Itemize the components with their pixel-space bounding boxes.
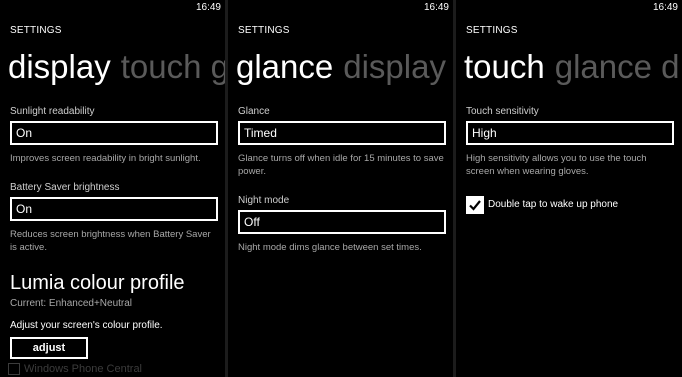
pivot-header: glance display (236, 48, 446, 86)
settings-header: SETTINGS (10, 25, 62, 36)
sunlight-readability-select[interactable]: On (10, 121, 218, 145)
double-tap-checkbox[interactable] (466, 196, 484, 214)
glance-select[interactable]: Timed (238, 121, 446, 145)
battery-saver-brightness-description: Reduces screen brightness when Battery S… (10, 229, 211, 253)
watermark-text: Windows Phone Central (24, 362, 143, 375)
adjust-button[interactable]: adjust (10, 337, 88, 359)
battery-saver-brightness-select[interactable]: On (10, 197, 218, 221)
pivot-item-display[interactable]: display (8, 48, 111, 85)
night-mode-label: Night mode (238, 195, 290, 206)
night-mode-select[interactable]: Off (238, 210, 446, 234)
pivot-header: display touch g (8, 48, 225, 86)
status-time: 16:49 (195, 2, 221, 13)
pivot-item-glance[interactable]: glance (236, 48, 333, 85)
touch-settings-panel: 16:49 SETTINGS touch glance d Touch sensi… (456, 0, 682, 377)
colour-profile-current: Current: Enhanced+Neutral (10, 298, 133, 309)
pivot-header: touch glance d (464, 48, 680, 86)
pivot-item-touch[interactable]: touch (464, 48, 545, 85)
windows-logo-icon (8, 363, 20, 375)
sunlight-readability-description: Improves screen readability in bright su… (10, 153, 201, 164)
double-tap-label: Double tap to wake up phone (488, 199, 619, 210)
settings-header: SETTINGS (466, 25, 518, 36)
sunlight-readability-label: Sunlight readability (10, 106, 95, 117)
watermark: Windows Phone Central (8, 363, 142, 375)
touch-sensitivity-description: High sensitivity allows you to use the t… (466, 153, 647, 177)
settings-header: SETTINGS (238, 25, 290, 36)
colour-profile-description: Adjust your screen's colour profile. (10, 320, 163, 331)
night-mode-description: Night mode dims glance between set times… (238, 242, 422, 253)
glance-settings-panel: 16:49 SETTINGS glance display Glance Time… (228, 0, 453, 377)
pivot-item-display[interactable]: display (343, 48, 446, 85)
checkmark-icon (469, 200, 481, 211)
status-time: 16:49 (652, 2, 678, 13)
pivot-item-touch[interactable]: touch g (121, 48, 225, 85)
status-time: 16:49 (423, 2, 449, 13)
touch-sensitivity-label: Touch sensitivity (466, 106, 539, 117)
lumia-colour-profile-title: Lumia colour profile (10, 272, 185, 294)
touch-sensitivity-select[interactable]: High (466, 121, 674, 145)
display-settings-panel: 16:49 SETTINGS display touch g Sunlight r… (0, 0, 225, 377)
glance-label: Glance (238, 106, 270, 117)
glance-description: Glance turns off when idle for 15 minute… (238, 153, 444, 177)
pivot-item-glance[interactable]: glance d (555, 48, 680, 85)
battery-saver-brightness-label: Battery Saver brightness (10, 182, 120, 193)
